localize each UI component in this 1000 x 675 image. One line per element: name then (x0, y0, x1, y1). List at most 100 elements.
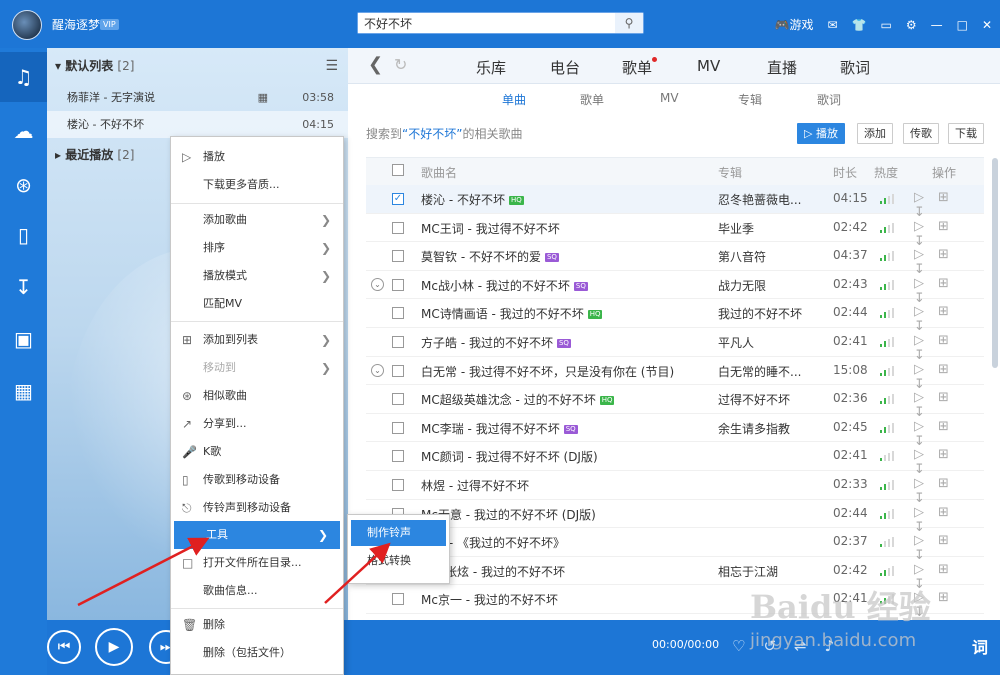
song-name[interactable]: MC王词 - 我过得不好不坏 (421, 220, 560, 237)
menu-item-add-to-list[interactable]: ⊞ 添加到列表 ❯ (171, 326, 343, 354)
table-row[interactable]: ⌄ 白无常 - 我过得不好不坏，只是没有你在 (节目) 白无常的睡不... 15:08… (366, 357, 984, 392)
search-icon[interactable]: ⚲ (615, 13, 643, 33)
album-name[interactable]: 平凡人 (718, 334, 804, 351)
add-button[interactable]: 添加 (857, 123, 893, 144)
play-icon[interactable]: ▷ (914, 219, 938, 234)
music-note-icon[interactable]: ♫ (0, 52, 47, 102)
menu-item-tools[interactable]: 工具 ❯ (174, 521, 340, 549)
song-name[interactable]: Mc京一 - 我过的不好不坏 (421, 591, 558, 608)
menu-item-share[interactable]: ↗ 分享到... (171, 410, 343, 438)
album-name[interactable]: 第八音符 (718, 248, 804, 265)
subtab-mv[interactable]: MV (660, 91, 679, 105)
song-name[interactable]: 楼沁 - 不好不坏 HQ (421, 191, 524, 208)
tab-radio[interactable]: 电台 (550, 57, 580, 78)
menu-item-play[interactable]: ▷ 播放 (171, 143, 343, 171)
tab-lyrics[interactable]: 歌词 (840, 57, 870, 78)
username[interactable]: 醒海逐梦 (52, 16, 100, 33)
row-checkbox[interactable] (392, 393, 404, 406)
add-icon[interactable]: ⊞ (938, 505, 962, 520)
tab-library[interactable]: 乐库 (476, 57, 506, 78)
play-icon[interactable]: ▶ (95, 628, 133, 666)
mv-icon[interactable]: ▦ (258, 84, 268, 111)
add-icon[interactable]: ⊞ (938, 419, 962, 434)
play-icon[interactable]: ▷ (914, 333, 938, 348)
submenu-item-make-ringtone[interactable]: 制作铃声 (351, 520, 446, 546)
table-row[interactable]: MC李瑞 - 我过得不好不坏 SQ 余生请多指教 02:45 ▷ ⊞↧ (366, 414, 984, 449)
mini-mode-icon[interactable]: ▭ (880, 18, 891, 32)
song-name[interactable]: 林煜 - 过得不好不坏 (421, 477, 529, 494)
table-row[interactable]: 歌者 - 《我过的不好不坏》 02:37 ▷ ⊞↧ (366, 528, 984, 563)
table-row[interactable]: 方子皓 - 我过的不好不坏 SQ 平凡人 02:41 ▷ ⊞↧ (366, 328, 984, 363)
subtab-songlists[interactable]: 歌单 (580, 91, 604, 108)
recent-list-header[interactable]: ▸ 最近播放 [2] (55, 146, 134, 163)
menu-item-open-folder[interactable]: □ 打开文件所在目录... (171, 549, 343, 577)
menu-item-sort[interactable]: 排序 ❯ (171, 234, 343, 262)
row-checkbox[interactable] (392, 278, 404, 291)
play-icon[interactable]: ▷ (914, 362, 938, 377)
song-name[interactable]: 白无常 - 我过得不好不坏，只是没有你在 (节目) (421, 363, 674, 380)
song-name[interactable]: MC颜词 - 我过得不好不坏 (DJ版) (421, 448, 598, 465)
tab-live[interactable]: 直播 (767, 57, 797, 78)
menu-item-play-mode[interactable]: 播放模式 ❯ (171, 262, 343, 290)
vertical-scrollbar[interactable] (992, 158, 998, 368)
download-button[interactable]: 下载 (948, 123, 984, 144)
table-row[interactable]: MC超级英雄沈念 - 过的不好不坏 HQ 过得不好不坏 02:36 ▷ ⊞↧ (366, 385, 984, 420)
add-icon[interactable]: ⊞ (938, 276, 962, 291)
row-checkbox[interactable] (392, 221, 404, 234)
song-name[interactable]: MC李瑞 - 我过得不好不坏 SQ (421, 420, 578, 437)
subtab-albums[interactable]: 专辑 (738, 91, 762, 108)
table-row[interactable]: MC颜词 - 我过得不好不坏 (DJ版) 02:41 ▷ ⊞↧ (366, 442, 984, 477)
skin-icon[interactable]: 👕 (852, 18, 867, 32)
row-checkbox[interactable] (392, 421, 404, 434)
maximize-icon[interactable]: □ (957, 18, 968, 32)
album-name[interactable]: 毕业季 (718, 220, 804, 237)
row-checkbox[interactable] (392, 450, 404, 463)
menu-item-send-mobile[interactable]: ▯ 传歌到移动设备 (171, 466, 343, 494)
local-music-icon[interactable]: ▣ (0, 314, 47, 364)
song-name[interactable]: MC超级英雄沈念 - 过的不好不坏 HQ (421, 391, 615, 408)
previous-icon[interactable]: ⏮ (47, 630, 81, 664)
play-icon[interactable]: ▷ (914, 562, 938, 577)
menu-item-song-info[interactable]: 歌曲信息... (171, 577, 343, 605)
row-checkbox[interactable]: ✓ (392, 193, 404, 205)
song-name[interactable]: MC诗情画语 - 我过的不好不坏 HQ (421, 305, 603, 322)
add-icon[interactable]: ⊞ (938, 390, 962, 405)
expand-icon[interactable]: ⌄ (371, 277, 384, 291)
table-row[interactable]: MC王词 - 我过得不好不坏 毕业季 02:42 ▷ ⊞↧ (366, 214, 984, 249)
games-label[interactable]: 游戏 (789, 18, 813, 32)
add-icon[interactable]: ⊞ (938, 362, 962, 377)
download-icon[interactable]: ↧ (0, 262, 47, 312)
avatar[interactable] (12, 10, 42, 40)
default-list-header[interactable]: ▾ 默认列表 [2] (47, 48, 348, 84)
settings-icon[interactable]: ⚙ (906, 18, 917, 32)
minimize-icon[interactable]: — (931, 18, 943, 32)
menu-item-karaoke[interactable]: 🎤 K歌 (171, 438, 343, 466)
back-icon[interactable]: ❮ (368, 54, 383, 75)
expand-icon[interactable]: ⌄ (371, 363, 384, 377)
select-all-checkbox[interactable] (392, 164, 404, 176)
menu-item-download-quality[interactable]: 下载更多音质... (171, 171, 343, 199)
table-row[interactable]: ✓ 楼沁 - 不好不坏 HQ 忍冬艳蔷薇电... 04:15 ▷ ⊞↧ (366, 185, 984, 220)
add-icon[interactable]: ⊞ (938, 333, 962, 348)
table-row[interactable]: MC诗情画语 - 我过的不好不坏 HQ 我过的不好不坏 02:44 ▷ ⊞↧ (366, 299, 984, 334)
close-icon[interactable]: ✕ (982, 18, 992, 32)
radio-broadcast-icon[interactable]: ⊛ (0, 160, 47, 210)
play-icon[interactable]: ▷ (914, 190, 938, 205)
play-icon[interactable]: ▷ (914, 419, 938, 434)
play-icon[interactable]: ▷ (914, 247, 938, 262)
table-row[interactable]: 林煜 - 过得不好不坏 02:33 ▷ ⊞↧ (366, 471, 984, 506)
game-icon[interactable]: 🎮游戏 (775, 16, 814, 33)
send-song-button[interactable]: 传歌 (903, 123, 939, 144)
refresh-icon[interactable]: ↻ (394, 55, 407, 74)
row-checkbox[interactable] (392, 250, 404, 263)
menu-item-delete[interactable]: 🗑 删除 (171, 611, 343, 639)
mobile-device-icon[interactable]: ▯ (0, 210, 47, 260)
mail-icon[interactable]: ✉ (827, 18, 837, 32)
play-icon[interactable]: ▷ (914, 304, 938, 319)
table-row[interactable]: 莫智钦 - 不好不坏的爱 SQ 第八音符 04:37 ▷ ⊞↧ (366, 242, 984, 277)
cloud-icon[interactable]: ☁ (0, 106, 47, 156)
play-icon[interactable]: ▷ (914, 390, 938, 405)
tab-songlist[interactable]: 歌单 (622, 57, 658, 78)
menu-item-similar[interactable]: ⊛ 相似歌曲 (171, 382, 343, 410)
album-name[interactable]: 忍冬艳蔷薇电... (718, 191, 804, 208)
